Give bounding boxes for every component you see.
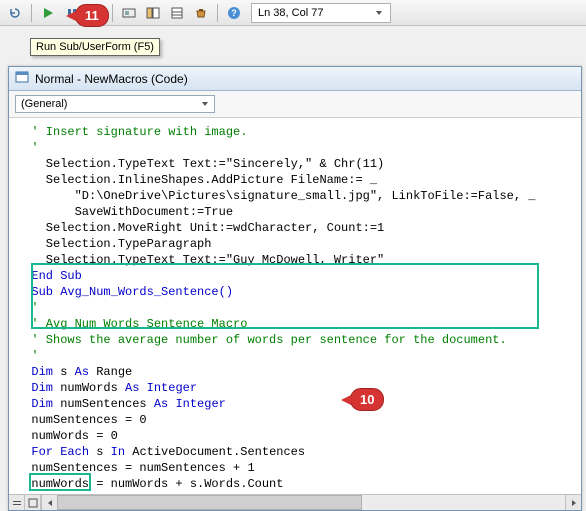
- dropdown-arrow-icon[interactable]: [374, 9, 384, 17]
- tooltip-text: Run Sub/UserForm (F5): [36, 41, 154, 53]
- toolbar-divider: [217, 4, 218, 22]
- run-button[interactable]: [37, 2, 59, 24]
- project-explorer-button[interactable]: [142, 2, 164, 24]
- code-window-title: Normal - NewMacros (Code): [35, 72, 188, 86]
- svg-text:?: ?: [231, 8, 237, 18]
- cursor-position-box: Ln 38, Col 77: [251, 3, 391, 23]
- cursor-position-text: Ln 38, Col 77: [258, 7, 323, 19]
- view-mode-full-button[interactable]: [25, 495, 41, 510]
- object-selector[interactable]: (General): [15, 95, 215, 113]
- design-mode-button[interactable]: [118, 2, 140, 24]
- toolbar-divider: [31, 4, 32, 22]
- code-window-titlebar[interactable]: Normal - NewMacros (Code): [9, 67, 581, 91]
- toolbox-button[interactable]: [190, 2, 212, 24]
- annotation-10: 10: [350, 388, 384, 411]
- object-selector-text: (General): [21, 98, 67, 110]
- scroll-right-button[interactable]: [565, 495, 581, 510]
- properties-button[interactable]: [166, 2, 188, 24]
- highlight-box-end-sub: [29, 473, 91, 491]
- horizontal-scrollbar: [9, 494, 581, 510]
- toolbar-divider: [112, 4, 113, 22]
- view-mode-proc-button[interactable]: [9, 495, 25, 510]
- annotation-11: 11: [75, 4, 109, 27]
- scroll-thumb[interactable]: [57, 495, 362, 510]
- scroll-left-button[interactable]: [41, 495, 57, 510]
- help-button[interactable]: ?: [223, 2, 245, 24]
- scroll-track[interactable]: [57, 495, 565, 510]
- code-window: Normal - NewMacros (Code) (General) ' In…: [8, 66, 582, 511]
- code-selectors: (General): [9, 91, 581, 118]
- code-window-icon: [15, 70, 29, 87]
- run-tooltip: Run Sub/UserForm (F5): [30, 38, 160, 56]
- code-editor[interactable]: ' Insert signature with image. ' Selecti…: [9, 118, 581, 494]
- undo-button[interactable]: [4, 2, 26, 24]
